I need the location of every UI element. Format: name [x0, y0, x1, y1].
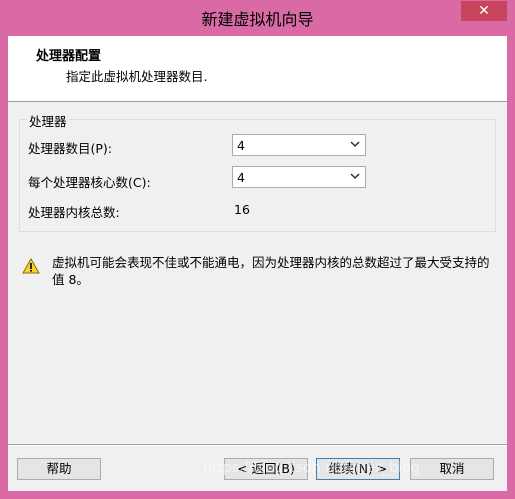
title-bar[interactable]: 新建虚拟机向导 ✕ — [0, 0, 515, 36]
processor-group-legend: 处理器 — [27, 111, 69, 130]
next-button[interactable]: 继续(N) > — [316, 458, 400, 480]
chevron-down-icon — [350, 173, 360, 180]
chevron-down-icon — [350, 141, 360, 148]
close-button[interactable]: ✕ — [461, 1, 507, 21]
cancel-button[interactable]: 取消 — [410, 458, 494, 480]
page-subtitle: 指定此虚拟机处理器数目. — [66, 69, 208, 84]
page-header: 处理器配置 指定此虚拟机处理器数目. — [8, 36, 507, 102]
processor-count-value: 4 — [237, 138, 245, 153]
dialog-client: 处理器配置 指定此虚拟机处理器数目. 处理器 处理器数目(P): 4 每个处理器… — [8, 36, 507, 491]
processor-count-label: 处理器数目(P): — [28, 141, 113, 156]
page-title: 处理器配置 — [36, 49, 102, 64]
back-button[interactable]: < 返回(B) — [224, 458, 308, 480]
warning-message: 虚拟机可能会表现不佳或不能通电，因为处理器内核的总数超过了最大受支持的值 8。 — [52, 255, 490, 287]
wizard-window: 新建虚拟机向导 ✕ 处理器配置 指定此虚拟机处理器数目. 处理器 处理器数目(P… — [0, 0, 515, 499]
processor-count-select[interactable]: 4 — [232, 134, 366, 156]
help-button[interactable]: 帮助 — [17, 458, 101, 480]
close-icon: ✕ — [478, 3, 490, 19]
cores-per-processor-label: 每个处理器核心数(C): — [28, 175, 151, 190]
cores-per-processor-value: 4 — [237, 170, 245, 185]
window-title: 新建虚拟机向导 — [201, 10, 314, 29]
footer-separator — [8, 444, 507, 446]
warning-icon — [22, 258, 40, 274]
total-cores-label: 处理器内核总数: — [28, 205, 120, 220]
total-cores-value: 16 — [234, 202, 250, 217]
cores-per-processor-select[interactable]: 4 — [232, 166, 366, 188]
